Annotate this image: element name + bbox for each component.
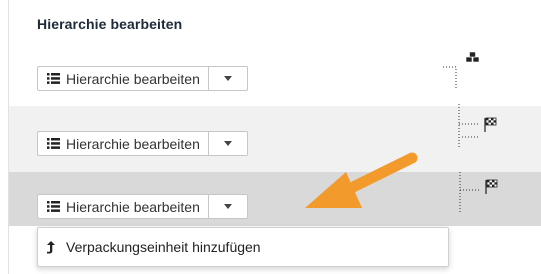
boxes-icon [465,51,480,63]
add-packaging-unit-label: Verpackungseinheit hinzufügen [66,239,261,255]
checkered-flag-icon [484,117,497,132]
hierarchy-dropdown-menu: Verpackungseinheit hinzufügen [37,227,449,267]
tree-connector [443,66,457,90]
checkered-flag-icon [485,179,498,194]
add-packaging-unit-menu-item[interactable]: Verpackungseinheit hinzufügen [38,228,448,266]
arrow-up-turn-icon [47,241,55,254]
